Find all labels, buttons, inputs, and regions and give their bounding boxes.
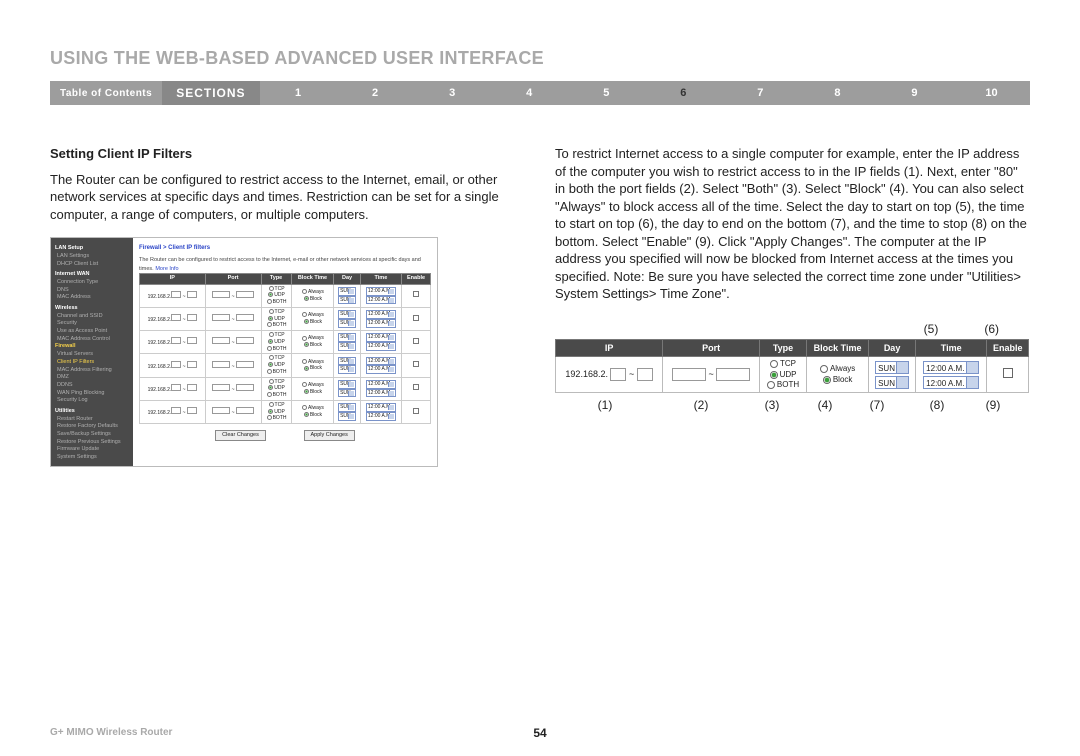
- router-more-link[interactable]: More Info: [155, 266, 178, 272]
- router-main: Firewall > Client IP filters The Router …: [133, 238, 437, 466]
- section-link-3[interactable]: 3: [414, 87, 491, 99]
- type-udp-label: UDP: [780, 370, 797, 379]
- day-start-select[interactable]: SUN: [875, 361, 909, 374]
- page-footer: G+ MIMO Wireless Router 54: [50, 727, 1030, 738]
- time-start-value: 12:00 A.M.: [926, 364, 964, 373]
- time-start-select[interactable]: 12:00 A.M.: [923, 361, 979, 374]
- enable-checkbox[interactable]: [1003, 368, 1013, 378]
- type-both-label: BOTH: [777, 380, 799, 389]
- section-link-7[interactable]: 7: [722, 87, 799, 99]
- detail-callout: (5) (6) IPPortTypeBlock TimeDayTimeEnabl…: [555, 321, 1029, 414]
- callout-1: (1): [555, 397, 655, 413]
- type-tcp-label: TCP: [780, 359, 796, 368]
- page-title: USING THE WEB-BASED ADVANCED USER INTERF…: [50, 48, 1030, 69]
- callout-9: (9): [973, 397, 1013, 413]
- router-breadcrumb: Firewall > Client IP filters: [139, 244, 431, 252]
- type-udp-radio[interactable]: [770, 371, 778, 379]
- type-both-radio[interactable]: [767, 381, 775, 389]
- apply-changes-button[interactable]: Apply Changes: [304, 430, 355, 441]
- day-end-value: SUN: [878, 379, 895, 388]
- section-link-9[interactable]: 9: [876, 87, 953, 99]
- instructions-paragraph: To restrict Internet access to a single …: [555, 145, 1030, 303]
- ip-end-input[interactable]: [637, 368, 653, 381]
- day-cell: SUN SUN: [869, 357, 916, 393]
- time-cell: 12:00 A.M. 12:00 A.M.: [915, 357, 987, 393]
- right-column: To restrict Internet access to a single …: [555, 145, 1030, 467]
- callout-2: (2): [655, 397, 747, 413]
- callout-5: (5): [924, 321, 939, 337]
- toc-label[interactable]: Table of Contents: [50, 88, 162, 99]
- clear-changes-button[interactable]: Clear Changes: [215, 430, 266, 441]
- port-cell: ~: [663, 357, 760, 393]
- section-link-1[interactable]: 1: [260, 87, 337, 99]
- day-end-select[interactable]: SUN: [875, 376, 909, 389]
- callout-8: (8): [901, 397, 973, 413]
- blocktime-cell: Always Block: [806, 357, 868, 393]
- product-name: G+ MIMO Wireless Router: [50, 727, 172, 738]
- callout-4: (4): [797, 397, 853, 413]
- time-end-select[interactable]: 12:00 A.M.: [923, 376, 979, 389]
- time-end-value: 12:00 A.M.: [926, 379, 964, 388]
- bt-block-radio[interactable]: [823, 376, 831, 384]
- content-columns: Setting Client IP Filters The Router can…: [50, 145, 1030, 467]
- type-cell: TCP UDP BOTH: [760, 357, 807, 393]
- enable-cell: [987, 357, 1029, 393]
- bt-always-radio[interactable]: [820, 365, 828, 373]
- detail-filter-table: IPPortTypeBlock TimeDayTimeEnable 192.16…: [555, 339, 1029, 393]
- router-filter-table: IPPortTypeBlock TimeDayTimeEnable 192.16…: [139, 273, 431, 424]
- section-link-2[interactable]: 2: [337, 87, 414, 99]
- router-screenshot: LAN SetupLAN SettingsDHCP Client ListInt…: [50, 237, 438, 467]
- router-desc: The Router can be configured to restrict…: [139, 257, 421, 271]
- ip-prefix: 192.168.2.: [565, 369, 608, 379]
- router-nav: LAN SetupLAN SettingsDHCP Client ListInt…: [51, 238, 133, 466]
- ip-start-input[interactable]: [610, 368, 626, 381]
- section-subhead: Setting Client IP Filters: [50, 145, 525, 163]
- port-start-input[interactable]: [672, 368, 706, 381]
- day-start-value: SUN: [878, 364, 895, 373]
- callout-3: (3): [747, 397, 797, 413]
- page-number: 54: [533, 726, 546, 740]
- intro-paragraph: The Router can be configured to restrict…: [50, 171, 525, 224]
- section-link-6[interactable]: 6: [645, 87, 722, 99]
- sections-label: SECTIONS: [162, 81, 259, 105]
- callout-6: (6): [984, 321, 999, 337]
- callout-7: (7): [853, 397, 901, 413]
- bt-block-label: Block: [833, 375, 853, 384]
- section-link-8[interactable]: 8: [799, 87, 876, 99]
- type-tcp-radio[interactable]: [770, 360, 778, 368]
- section-link-4[interactable]: 4: [491, 87, 568, 99]
- sections-bar: Table of Contents SECTIONS 1 2 3 4 5 6 7…: [50, 81, 1030, 105]
- bt-always-label: Always: [830, 364, 855, 373]
- port-end-input[interactable]: [716, 368, 750, 381]
- section-link-10[interactable]: 10: [953, 87, 1030, 99]
- ip-cell: 192.168.2. ~: [556, 357, 663, 393]
- section-link-5[interactable]: 5: [568, 87, 645, 99]
- left-column: Setting Client IP Filters The Router can…: [50, 145, 525, 467]
